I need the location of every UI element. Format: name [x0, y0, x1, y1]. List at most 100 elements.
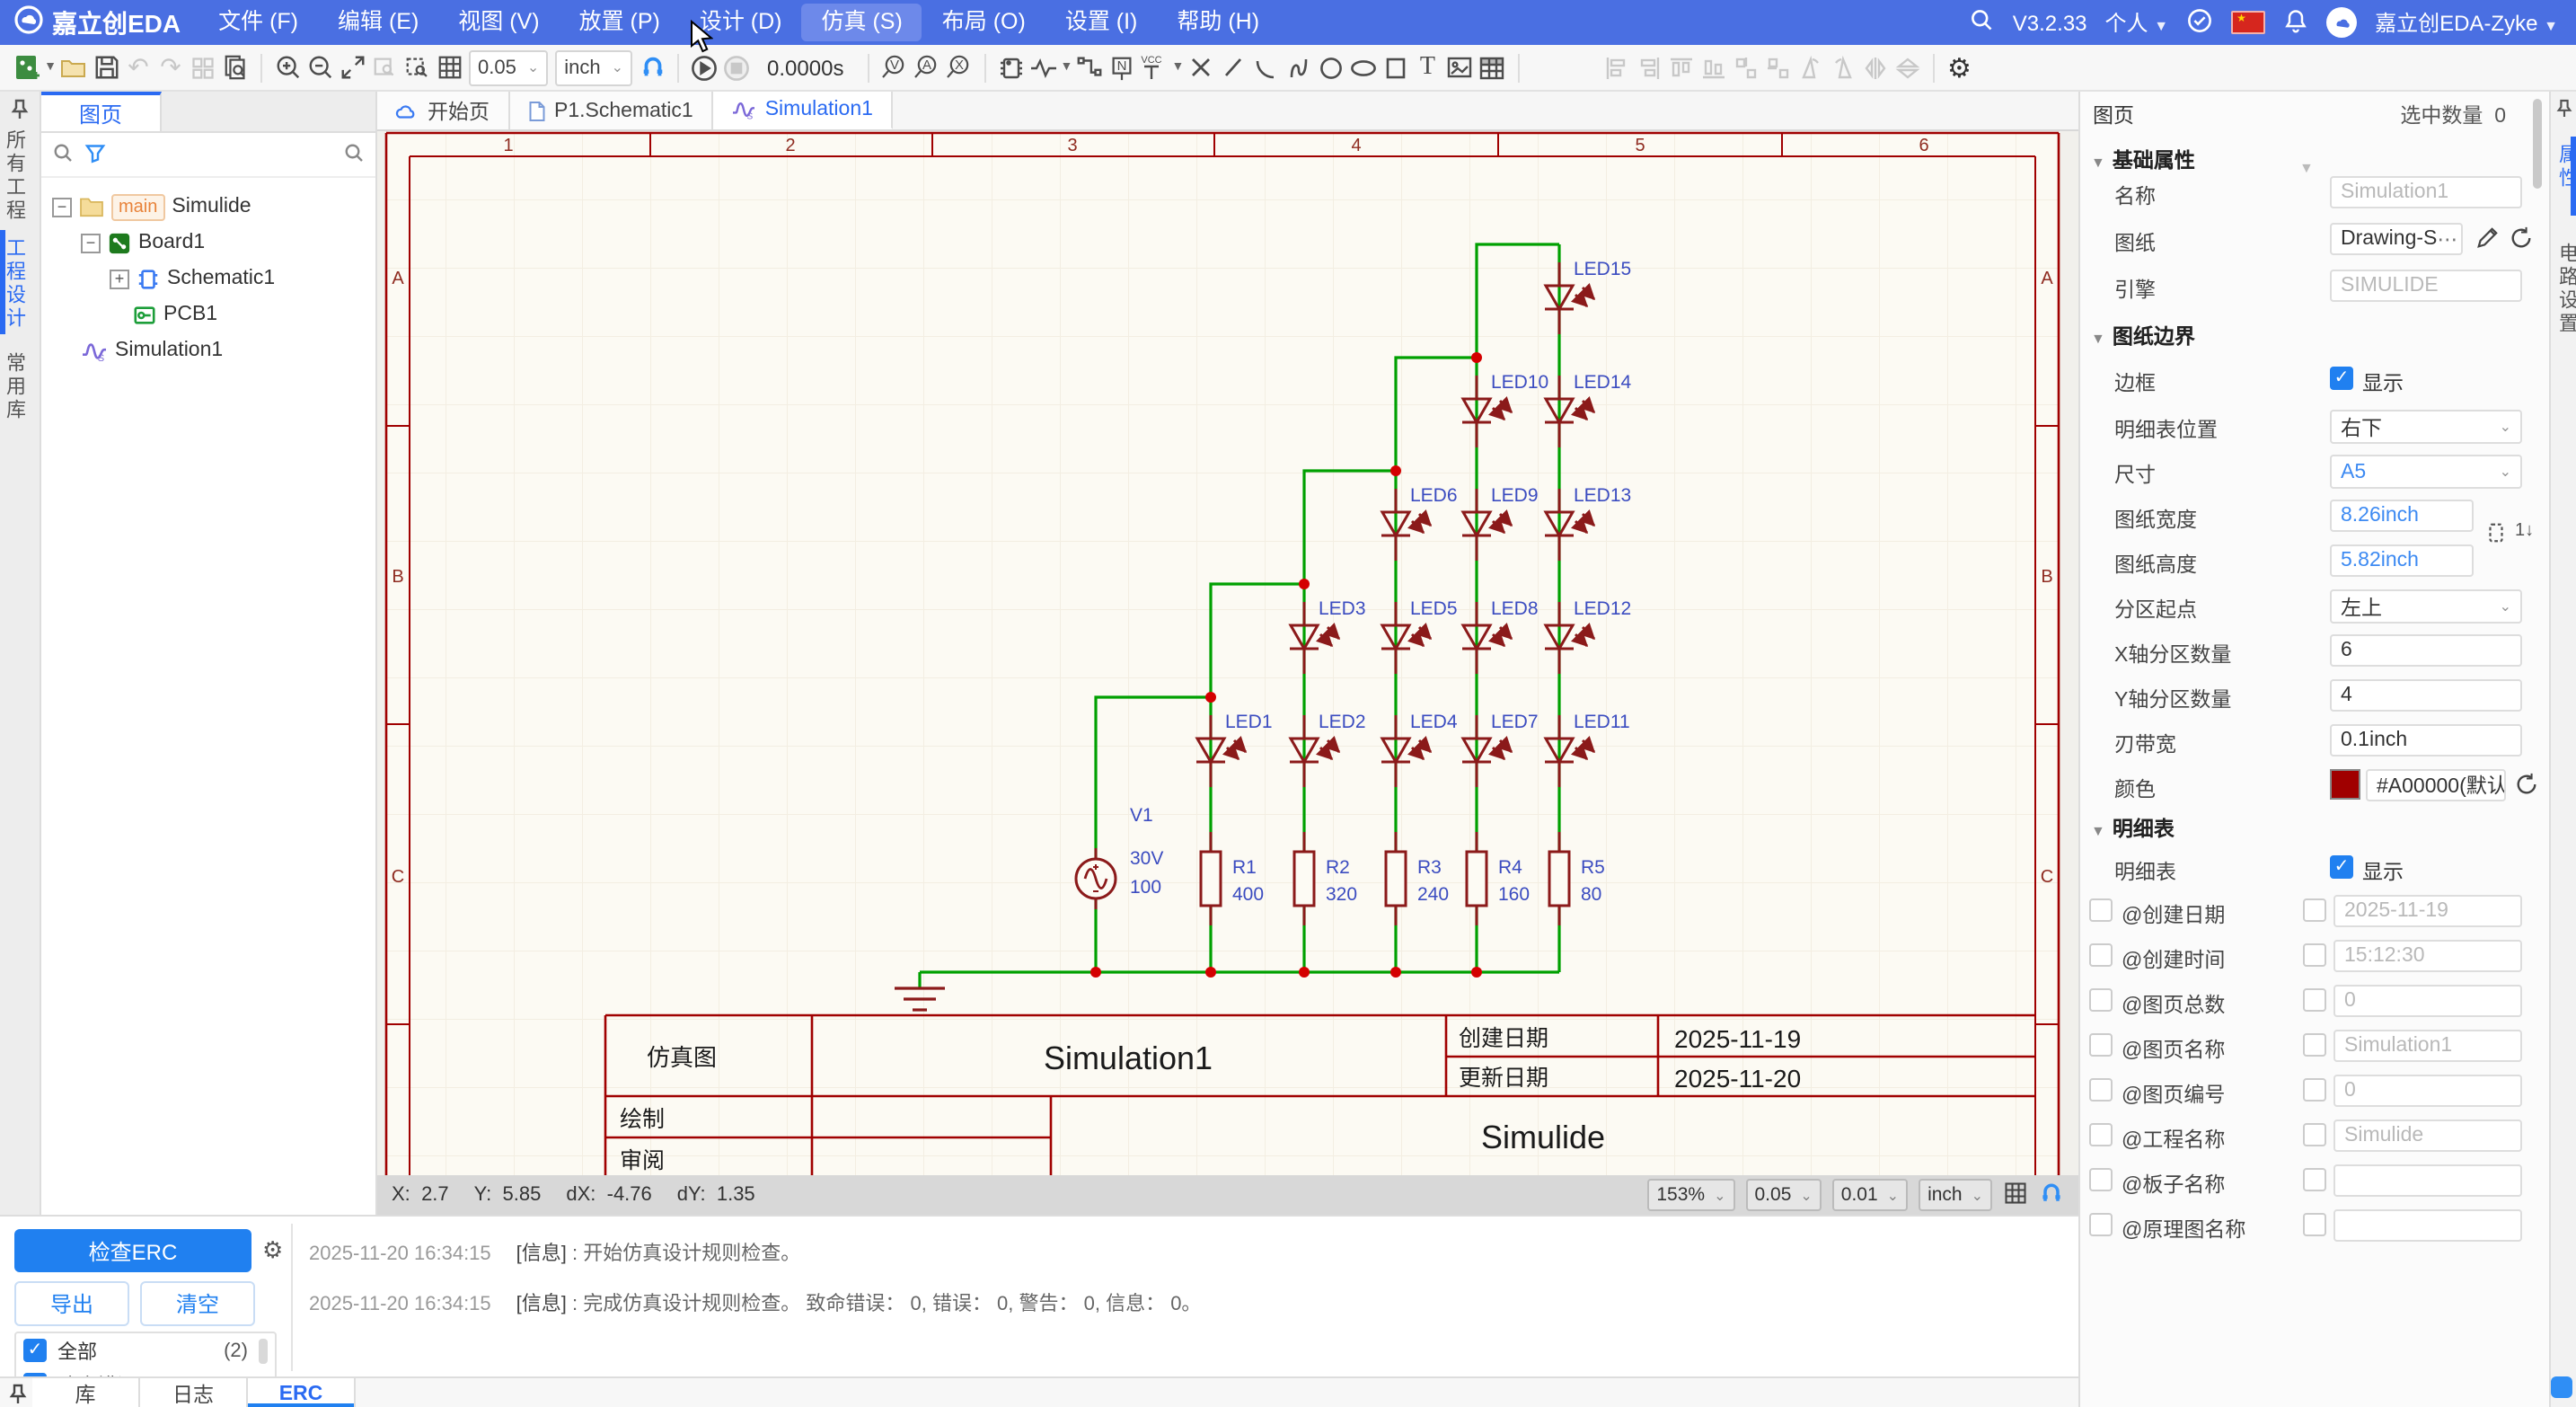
attr-value-input[interactable]: 2025-11-19 — [2333, 895, 2522, 927]
user-avatar[interactable] — [2326, 7, 2357, 38]
attr-value-input[interactable]: 0 — [2333, 1075, 2522, 1107]
attr-value-checkbox[interactable] — [2303, 1168, 2326, 1191]
menu-help[interactable]: 帮助 (H) — [1157, 0, 1279, 45]
checkbox-checked-icon[interactable]: ✓ — [23, 1339, 47, 1362]
engine-input[interactable]: SIMULIDE — [2330, 270, 2522, 302]
rotate-cw-icon[interactable] — [1826, 49, 1858, 85]
voltage-probe-icon[interactable]: V — [878, 49, 910, 85]
attr-value-input[interactable] — [2333, 1164, 2522, 1197]
doc-tab-start-page[interactable]: 开始页 — [377, 92, 509, 129]
grid-status-icon[interactable] — [2003, 1180, 2028, 1210]
right-tab-properties[interactable]: 属性 — [2553, 144, 2576, 190]
right-panel-pin-icon[interactable] — [2556, 99, 2572, 124]
account-menu[interactable]: 个人 ▼ — [2105, 7, 2169, 38]
attr-value-checkbox[interactable] — [2303, 1123, 2326, 1146]
snap-magnet-status-icon[interactable] — [2039, 1180, 2064, 1210]
zoom-in-icon[interactable] — [271, 49, 304, 85]
doc-tab-simulation1[interactable]: S Simulation1 — [713, 92, 893, 129]
section-basic-props[interactable]: ▼基础属性 — [2091, 146, 2195, 174]
place-power-flag-icon[interactable]: VCC — [1138, 49, 1170, 85]
refresh-icon[interactable] — [2510, 226, 2533, 255]
language-flag-icon[interactable]: ★ — [2231, 11, 2265, 34]
x-zones-input[interactable]: 6 — [2330, 634, 2522, 667]
menu-edit[interactable]: 编辑 (E) — [318, 0, 438, 45]
tree-item-simulation[interactable]: S Simulation1 — [41, 332, 375, 368]
place-text-icon[interactable]: T — [1411, 49, 1443, 85]
doc-tab-schematic1[interactable]: P1.Schematic1 — [509, 92, 713, 129]
attr-value-checkbox[interactable] — [2303, 988, 2326, 1012]
attr-value-input[interactable]: 15:12:30 — [2333, 940, 2522, 972]
snap-magnet-icon[interactable] — [636, 49, 668, 85]
snap-size-select[interactable]: 0.01⌄ — [1832, 1179, 1908, 1211]
rotate-ccw-icon[interactable] — [1794, 49, 1826, 85]
undo-icon[interactable]: ↶ — [122, 49, 154, 85]
place-waveform-source-icon[interactable] — [1027, 49, 1059, 85]
bottom-tab-library[interactable]: 库 — [32, 1378, 140, 1407]
sidebar-tab-project-design[interactable]: 工程设计 — [0, 237, 41, 331]
attr-value-checkbox[interactable] — [2303, 1078, 2326, 1102]
erc-settings-gear-icon[interactable]: ⚙ — [262, 1236, 283, 1265]
section-sheet-border[interactable]: ▼图纸边界 — [2091, 322, 2195, 350]
place-arc-icon[interactable] — [1249, 49, 1282, 85]
grid-size-select[interactable]: 0.05⌄ — [469, 49, 548, 85]
grid-size-status-select[interactable]: 0.05⌄ — [1746, 1179, 1822, 1211]
export-button[interactable]: 导出 — [14, 1281, 129, 1326]
align-right-icon[interactable] — [1632, 49, 1664, 85]
collapse-handle-icon[interactable]: ▼ — [2299, 160, 2314, 176]
color-reset-icon[interactable] — [2515, 773, 2538, 801]
menu-layout[interactable]: 布局 (O) — [922, 0, 1045, 45]
collapse-toggle-icon[interactable]: − — [81, 233, 101, 252]
tree-item-project[interactable]: − main Simulide — [41, 189, 375, 225]
distribute-horizontal-icon[interactable] — [1729, 49, 1761, 85]
more-icon[interactable]: ⋯ — [2437, 226, 2457, 252]
toolbar-settings-gear-icon[interactable]: ⚙ — [1943, 49, 1975, 85]
zoom-level-select[interactable]: 153%⌄ — [1647, 1179, 1734, 1211]
color-swatch[interactable] — [2330, 769, 2360, 800]
flip-vertical-icon[interactable] — [1891, 49, 1923, 85]
tab-pages[interactable]: 图页 — [41, 92, 162, 131]
attr-value-input[interactable] — [2333, 1209, 2522, 1242]
right-tab-circuit-settings[interactable]: 电路设置 — [2553, 243, 2576, 336]
x-probe-icon[interactable]: X — [942, 49, 975, 85]
zoom-window-icon[interactable] — [368, 49, 401, 85]
place-rectangle-icon[interactable] — [1379, 49, 1411, 85]
place-wire-icon[interactable] — [1073, 49, 1106, 85]
bottom-tab-erc[interactable]: ERC — [248, 1378, 356, 1407]
height-input[interactable]: 5.82inch — [2330, 544, 2474, 577]
align-top-icon[interactable] — [1664, 49, 1697, 85]
filter-icon[interactable] — [84, 141, 106, 168]
place-ellipse-icon[interactable] — [1346, 49, 1379, 85]
place-power-caret-icon[interactable]: ▼ — [1170, 49, 1185, 85]
place-bezier-icon[interactable] — [1282, 49, 1314, 85]
username-menu[interactable]: 嘉立创EDA-Zyke ▼ — [2375, 7, 2558, 38]
attr-checkbox[interactable] — [2089, 1123, 2113, 1146]
distribute-vertical-icon[interactable] — [1761, 49, 1794, 85]
zoom-out-icon[interactable] — [304, 49, 336, 85]
align-left-icon[interactable] — [1600, 49, 1632, 85]
sort-dimensions-icon[interactable]: 1↓ — [2515, 521, 2534, 541]
save-icon[interactable] — [90, 49, 122, 85]
place-line-icon[interactable] — [1217, 49, 1249, 85]
expand-toggle-icon[interactable]: + — [110, 269, 129, 288]
new-document-icon[interactable] — [11, 49, 43, 85]
place-table-icon[interactable] — [1476, 49, 1508, 85]
bottom-tab-log[interactable]: 日志 — [140, 1378, 248, 1407]
attr-value-checkbox[interactable] — [2303, 898, 2326, 922]
collapse-toggle-icon[interactable]: − — [52, 197, 72, 217]
place-waveform-caret-icon[interactable]: ▼ — [1059, 49, 1073, 85]
panel-scrollbar[interactable] — [2533, 99, 2542, 189]
menu-file[interactable]: 文件 (F) — [198, 0, 318, 45]
attr-checkbox[interactable] — [2089, 988, 2113, 1012]
flip-horizontal-icon[interactable] — [1858, 49, 1891, 85]
tree-item-schematic[interactable]: + Schematic1 — [41, 261, 375, 296]
attr-checkbox[interactable] — [2089, 1078, 2113, 1102]
place-component-icon[interactable] — [994, 49, 1027, 85]
new-document-caret-icon[interactable]: ▼ — [43, 49, 57, 85]
border-show-checkbox[interactable]: ✓ — [2330, 367, 2353, 390]
panel-pin-icon[interactable] — [11, 99, 29, 126]
menu-simulation[interactable]: 仿真 (S) — [802, 4, 922, 41]
attr-value-input[interactable]: Simulide — [2333, 1119, 2522, 1152]
attr-checkbox[interactable] — [2089, 943, 2113, 967]
clear-button[interactable]: 清空 — [140, 1281, 255, 1326]
global-search-icon[interactable] — [1970, 7, 1995, 38]
